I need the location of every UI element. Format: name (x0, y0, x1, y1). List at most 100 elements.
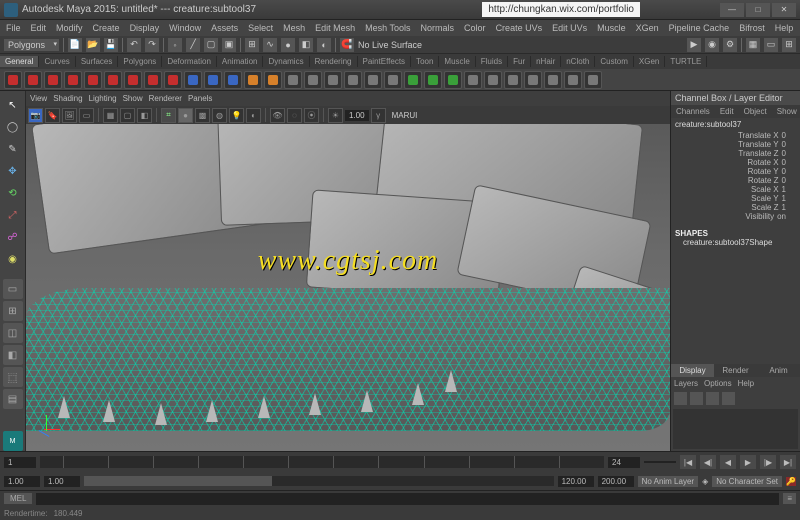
lights-icon[interactable]: 💡 (229, 108, 244, 123)
isolate-icon[interactable]: 👁 (270, 108, 285, 123)
layers-menu[interactable]: Layers (674, 379, 698, 388)
anim-layer-icon[interactable]: ◈ (702, 477, 708, 486)
shelf-icon[interactable] (504, 71, 522, 89)
menu-color[interactable]: Color (460, 22, 490, 34)
command-input[interactable] (36, 493, 779, 505)
soft-mod-tool-icon[interactable]: ◉ (3, 249, 23, 269)
shelf-icon[interactable] (424, 71, 442, 89)
range-max-field[interactable]: 200.00 (598, 476, 634, 487)
new-scene-icon[interactable]: 📄 (68, 38, 82, 52)
shelf-icon[interactable] (464, 71, 482, 89)
undo-icon[interactable]: ↶ (127, 38, 141, 52)
shelf-icon[interactable] (364, 71, 382, 89)
rotate-tool-icon[interactable]: ⟲ (3, 183, 23, 203)
play-forward-icon[interactable]: ▶ (740, 455, 756, 469)
snap-plane-icon[interactable]: ◧ (299, 38, 313, 52)
range-slider[interactable]: 1.00 1.00 120.00 200.00 No Anim Layer ◈ … (0, 472, 800, 490)
menu-display[interactable]: Display (126, 22, 164, 34)
mel-toggle[interactable]: MEL (4, 493, 32, 504)
menu-mesh-tools[interactable]: Mesh Tools (361, 22, 414, 34)
step-forward-icon[interactable]: |▶ (760, 455, 776, 469)
attr-rotate-z[interactable]: Rotate Z0 (675, 176, 796, 185)
shelf-icon[interactable] (484, 71, 502, 89)
attr-rotate-y[interactable]: Rotate Y0 (675, 167, 796, 176)
shelf-icon[interactable] (124, 71, 142, 89)
shelf-icon[interactable] (584, 71, 602, 89)
shelf-tab-ncloth[interactable]: nCloth (561, 56, 595, 67)
shelf-icon[interactable] (184, 71, 202, 89)
menu-window[interactable]: Window (165, 22, 205, 34)
shelf-tab-nhair[interactable]: nHair (531, 56, 561, 67)
save-scene-icon[interactable]: 💾 (104, 38, 118, 52)
menu-create[interactable]: Create (89, 22, 124, 34)
attr-translate-x[interactable]: Translate X0 (675, 131, 796, 140)
menu-set-dropdown[interactable]: Polygons (4, 39, 59, 51)
render-icon[interactable]: ▶ (687, 38, 701, 52)
go-to-end-icon[interactable]: ▶| (780, 455, 796, 469)
layout-persp-icon[interactable]: ◫ (3, 323, 23, 343)
layout-custom-icon[interactable]: ▤ (3, 389, 23, 409)
menu-mesh[interactable]: Mesh (279, 22, 309, 34)
manipulator-tool-icon[interactable]: ☍ (3, 227, 23, 247)
shelf-icon[interactable] (304, 71, 322, 89)
attr-translate-y[interactable]: Translate Y0 (675, 140, 796, 149)
menu-edit-mesh[interactable]: Edit Mesh (311, 22, 359, 34)
menu-create-uvs[interactable]: Create UVs (492, 22, 547, 34)
shelf-tab-curves[interactable]: Curves (39, 56, 75, 67)
panel-four-icon[interactable]: ⊞ (782, 38, 796, 52)
layers-options[interactable]: Options (704, 379, 732, 388)
create-layer-with-selected-icon[interactable] (690, 392, 703, 405)
menu-help[interactable]: Help (771, 22, 798, 34)
vp-menu-lighting[interactable]: Lighting (89, 94, 117, 103)
camera-select-icon[interactable]: 📷 (28, 108, 43, 123)
vp-menu-view[interactable]: View (30, 94, 47, 103)
shelf-tab-custom[interactable]: Custom (595, 56, 634, 67)
menu-modify[interactable]: Modify (52, 22, 87, 34)
move-layer-down-icon[interactable] (722, 392, 735, 405)
shelf-tab-toon[interactable]: Toon (411, 56, 439, 67)
shadows-icon[interactable]: ◐ (246, 108, 261, 123)
character-set-dropdown[interactable]: No Character Set (712, 476, 782, 487)
image-plane-icon[interactable]: 🖼 (62, 108, 77, 123)
range-end-field[interactable]: 120.00 (558, 476, 594, 487)
vp-menu-renderer[interactable]: Renderer (149, 94, 182, 103)
shelf-icon[interactable] (544, 71, 562, 89)
shelf-tab-surfaces[interactable]: Surfaces (76, 56, 119, 67)
cb-tab-channels[interactable]: Channels (671, 105, 715, 118)
shelf-icon[interactable] (284, 71, 302, 89)
current-frame-field[interactable] (644, 461, 676, 463)
opacity-field[interactable]: 1.00 (345, 110, 369, 121)
ipr-render-icon[interactable]: ◉ (705, 38, 719, 52)
play-back-icon[interactable]: ◀ (720, 455, 736, 469)
time-slider-track[interactable] (40, 456, 604, 468)
shelf-icon[interactable] (444, 71, 462, 89)
camera-bookmark-icon[interactable]: 🔖 (45, 108, 60, 123)
grid-toggle-icon[interactable]: ▦ (103, 108, 118, 123)
shelf-icon[interactable] (84, 71, 102, 89)
range-min-field[interactable]: 1.00 (4, 476, 40, 487)
shelf-tab-polygons[interactable]: Polygons (118, 56, 162, 67)
shape-node-name[interactable]: creature:subtool37Shape (675, 238, 796, 247)
xray-joints-icon[interactable]: ⦿ (304, 108, 319, 123)
render-settings-icon[interactable]: ⚙ (723, 38, 737, 52)
shelf-icon[interactable] (164, 71, 182, 89)
snap-grid-icon[interactable]: ⊞ (245, 38, 259, 52)
textured-icon[interactable]: ▩ (195, 108, 210, 123)
shelf-tab-animation[interactable]: Animation (217, 56, 264, 67)
shelf-icon[interactable] (264, 71, 282, 89)
select-face-icon[interactable]: ▢ (204, 38, 218, 52)
shelf-tab-muscle[interactable]: Muscle (439, 56, 475, 67)
menu-bifrost[interactable]: Bifrost (735, 22, 769, 34)
panel-single-icon[interactable]: ▭ (764, 38, 778, 52)
script-editor-icon[interactable]: ≡ (783, 493, 796, 504)
cb-tab-show[interactable]: Show (772, 105, 800, 118)
select-vertex-icon[interactable]: ◦ (168, 38, 182, 52)
selected-node-name[interactable]: creature:subtool37 (675, 120, 796, 129)
paint-select-tool-icon[interactable]: ✎ (3, 139, 23, 159)
vp-menu-shading[interactable]: Shading (53, 94, 82, 103)
vp-menu-panels[interactable]: Panels (188, 94, 212, 103)
open-scene-icon[interactable]: 📂 (86, 38, 100, 52)
maya-logo-icon[interactable]: M (3, 431, 23, 451)
layer-list[interactable] (673, 409, 798, 449)
layout-four-icon[interactable]: ⊞ (3, 301, 23, 321)
